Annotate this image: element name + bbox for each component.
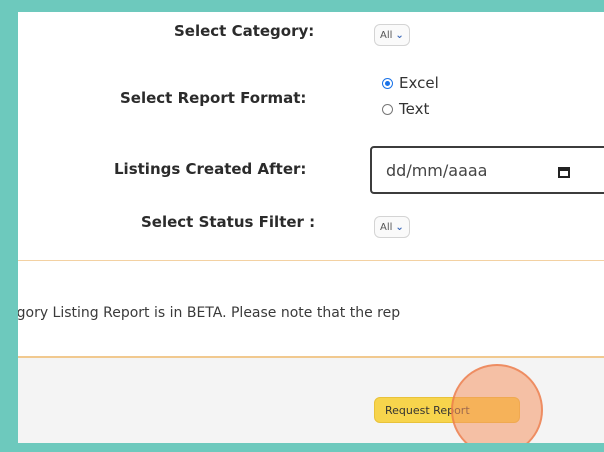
listings-created-after-label: Listings Created After: <box>114 160 307 178</box>
report-format-option-label: Text <box>399 100 430 118</box>
report-format-option-label: Excel <box>399 74 439 92</box>
chevron-down-icon: ⌄ <box>395 29 404 41</box>
chevron-down-icon: ⌄ <box>395 221 404 233</box>
report-form-panel: Select Category: All ⌄ Select Report For… <box>18 12 604 443</box>
radio-excel-checked[interactable] <box>382 77 393 89</box>
calendar-icon[interactable] <box>558 167 570 178</box>
status-filter-select-value: All <box>380 221 393 233</box>
date-placeholder: dd/mm/aaaa <box>386 160 488 180</box>
status-filter-label: Select Status Filter : <box>141 213 316 231</box>
report-format-label: Select Report Format: <box>120 89 307 107</box>
beta-notice-banner: egory Listing Report is in BETA. Please … <box>18 260 604 358</box>
beta-notice-text: egory Listing Report is in BETA. Please … <box>8 305 401 321</box>
category-label: Select Category: <box>174 22 315 40</box>
status-filter-select[interactable]: All ⌄ <box>374 216 410 238</box>
click-indicator <box>451 364 543 443</box>
category-select[interactable]: All ⌄ <box>374 24 410 46</box>
report-format-option-excel[interactable]: Excel <box>382 74 439 92</box>
category-select-value: All <box>380 29 393 41</box>
report-format-option-text[interactable]: Text <box>382 100 429 118</box>
radio-text[interactable] <box>382 103 393 115</box>
screenshot-frame: Select Category: All ⌄ Select Report For… <box>0 0 604 452</box>
